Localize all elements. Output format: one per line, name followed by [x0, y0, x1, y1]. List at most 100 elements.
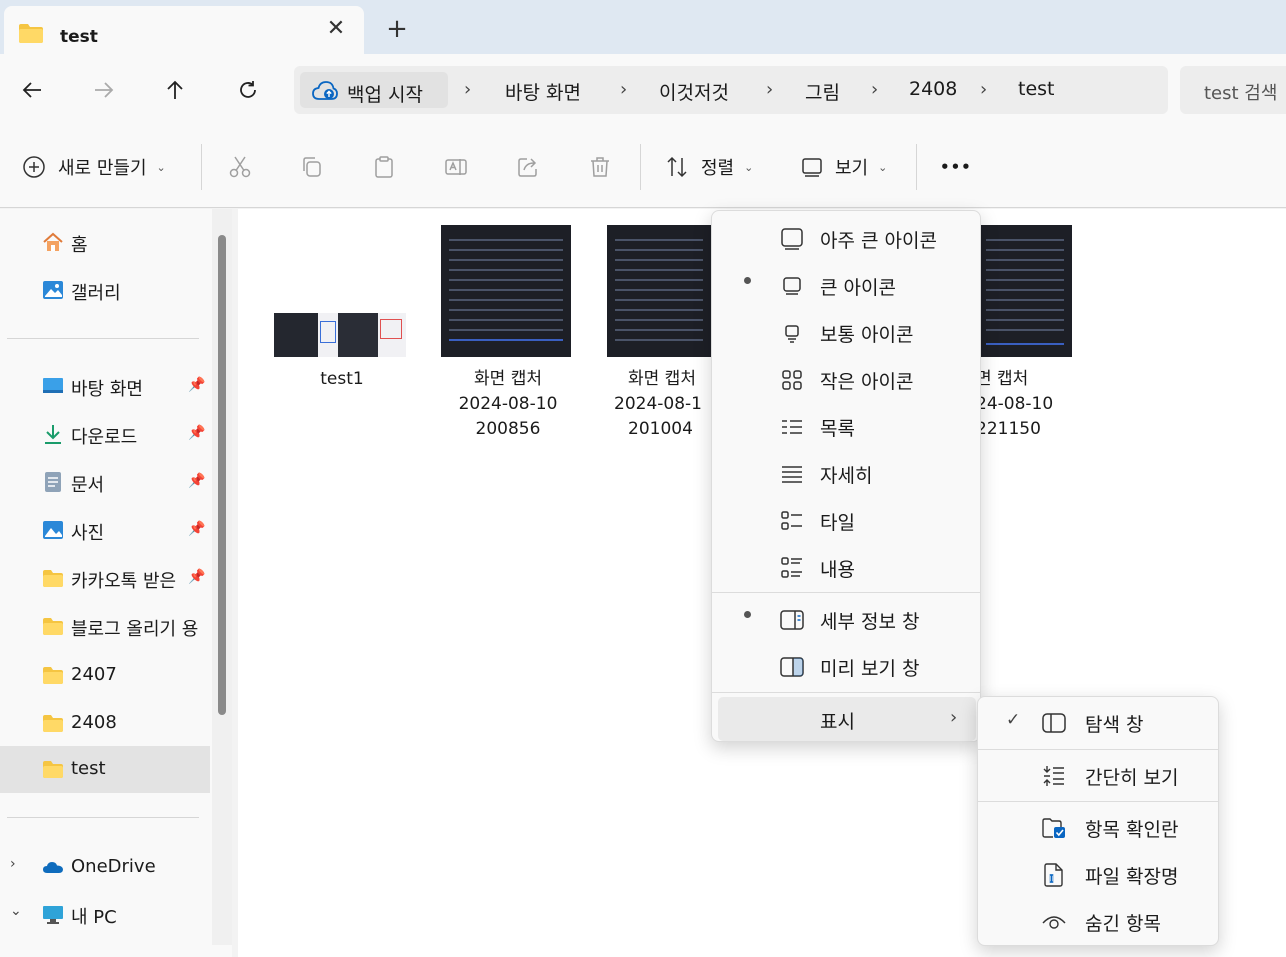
- details-pane-icon: [780, 610, 804, 630]
- chevron-right-icon[interactable]: ›: [10, 856, 16, 872]
- sidebar-item-home[interactable]: 홈: [0, 219, 210, 265]
- sidebar-item-label: 블로그 올리기 용: [71, 619, 199, 640]
- sidebar-item-this-pc[interactable]: ⌄ 내 PC: [0, 891, 210, 937]
- selected-bullet: [744, 277, 751, 284]
- sidebar-item-test[interactable]: test: [0, 746, 210, 793]
- chevron-down-icon: ⌄: [878, 160, 888, 174]
- sidebar-item-documents[interactable]: 문서 📌: [0, 459, 210, 505]
- submenu-item-label: 항목 확인란: [1085, 819, 1179, 841]
- menu-item-list[interactable]: 목록: [718, 404, 976, 448]
- folder-icon: [43, 667, 63, 684]
- close-tab-button[interactable]: ✕: [324, 18, 348, 42]
- menu-item-label: 자세히: [820, 465, 873, 487]
- refresh-button[interactable]: [232, 74, 264, 106]
- rename-button[interactable]: [444, 150, 468, 184]
- paste-button[interactable]: [372, 150, 396, 184]
- breadcrumb-misc[interactable]: 이것저것: [659, 78, 729, 105]
- menu-item-tiles[interactable]: 타일: [718, 498, 976, 542]
- breadcrumb-desktop[interactable]: 바탕 화면: [505, 78, 581, 105]
- view-button[interactable]: 보기 ⌄: [801, 150, 887, 184]
- menu-item-show[interactable]: 표시 ›: [718, 697, 976, 741]
- menu-item-small-icons[interactable]: 작은 아이콘: [718, 357, 976, 401]
- navigation-pane: 홈 갤러리 바탕 화면 📌 다운로드 📌 문서 📌 사진 📌 카카오톡 받은 📌…: [0, 209, 232, 957]
- sidebar-item-2407[interactable]: 2407: [0, 652, 210, 698]
- submenu-item-compact-view[interactable]: 간단히 보기: [984, 753, 1214, 797]
- arrow-right-icon: [95, 82, 114, 98]
- backup-button[interactable]: 백업 시작: [300, 72, 448, 108]
- breadcrumb-pictures[interactable]: 그림: [805, 78, 840, 105]
- scroll-thumb[interactable]: [218, 235, 226, 715]
- sidebar-item-label: 문서: [71, 475, 105, 496]
- cut-button[interactable]: [228, 150, 252, 184]
- new-tab-button[interactable]: +: [384, 16, 410, 42]
- sidebar-scrollbar[interactable]: [212, 209, 232, 945]
- preview-pane-icon: [780, 657, 804, 677]
- search-box[interactable]: test 검색: [1180, 66, 1286, 114]
- refresh-icon: [240, 81, 256, 98]
- navigation-pane-icon: [1042, 713, 1066, 733]
- file-name: 화면 캡처 2024-08-1 201004: [614, 369, 702, 439]
- new-label: 새로 만들기: [58, 158, 147, 179]
- sort-icon: [667, 156, 687, 178]
- tab-strip: test ✕ +: [0, 0, 1286, 54]
- breadcrumb-2408[interactable]: 2408: [909, 78, 957, 100]
- delete-button[interactable]: [588, 150, 612, 184]
- chevron-down-icon[interactable]: ⌄: [10, 903, 22, 919]
- sort-button[interactable]: 정렬 ⌄: [665, 150, 753, 184]
- folder-icon: [43, 618, 63, 635]
- submenu-item-item-checkboxes[interactable]: 항목 확인란: [984, 805, 1214, 849]
- sidebar-item-pictures[interactable]: 사진 📌: [0, 507, 210, 553]
- sidebar-item-kakaotalk[interactable]: 카카오톡 받은 📌: [0, 555, 210, 601]
- pin-icon: 📌: [188, 473, 206, 489]
- sidebar-item-2408[interactable]: 2408: [0, 700, 210, 746]
- submenu-item-label: 숨긴 항목: [1085, 913, 1161, 935]
- home-icon: [43, 232, 63, 251]
- menu-item-medium-icons[interactable]: 보통 아이콘: [718, 310, 976, 354]
- view-icon: [802, 158, 822, 177]
- sidebar-item-onedrive[interactable]: › OneDrive: [0, 844, 210, 890]
- menu-item-details-pane[interactable]: 세부 정보 창: [718, 597, 976, 641]
- new-button[interactable]: 새로 만들기 ⌄: [22, 150, 166, 184]
- arrow-left-icon: [22, 82, 41, 98]
- address-bar[interactable]: 백업 시작 › 바탕 화면 › 이것저것 › 그림 › 2408 › test: [294, 66, 1168, 114]
- plus-circle-icon: [23, 156, 45, 178]
- sidebar-item-downloads[interactable]: 다운로드 📌: [0, 411, 210, 457]
- divider: [916, 144, 917, 190]
- sidebar-item-label: OneDrive: [71, 856, 156, 877]
- menu-item-large-icons[interactable]: 큰 아이콘: [718, 263, 976, 307]
- submenu-item-file-extensions[interactable]: 파일 확장명: [984, 852, 1214, 896]
- onedrive-icon: [43, 862, 63, 873]
- submenu-item-navigation-pane[interactable]: ✓ 탐색 창: [984, 700, 1214, 744]
- tab-test[interactable]: test ✕: [4, 6, 364, 54]
- sidebar-item-blog[interactable]: 블로그 올리기 용: [0, 603, 210, 649]
- menu-item-label: 아주 큰 아이콘: [820, 230, 937, 252]
- divider: [978, 749, 1218, 750]
- check-icon: ✓: [1006, 710, 1021, 730]
- sidebar-item-desktop[interactable]: 바탕 화면 📌: [0, 363, 210, 409]
- folder-icon: [43, 570, 63, 587]
- sidebar-item-gallery[interactable]: 갤러리: [0, 267, 210, 313]
- sidebar-item-label: 내 PC: [71, 907, 117, 928]
- menu-item-extra-large-icons[interactable]: 아주 큰 아이콘: [718, 216, 976, 260]
- folder-icon: [19, 24, 43, 43]
- breadcrumb-test[interactable]: test: [1018, 78, 1055, 100]
- tiles-icon: [781, 511, 802, 530]
- back-button[interactable]: [16, 74, 48, 106]
- divider: [978, 801, 1218, 802]
- pin-icon: 📌: [188, 425, 206, 441]
- menu-item-details[interactable]: 자세히: [718, 451, 976, 495]
- more-button[interactable]: •••: [940, 150, 972, 184]
- submenu-item-hidden-items[interactable]: 숨긴 항목: [984, 899, 1214, 943]
- search-input[interactable]: test 검색: [1204, 79, 1277, 105]
- pin-icon: 📌: [188, 521, 206, 537]
- up-button[interactable]: [159, 74, 191, 106]
- desktop-icon: [43, 378, 63, 393]
- share-button[interactable]: [516, 150, 540, 184]
- menu-item-content[interactable]: 내용: [718, 545, 976, 589]
- menu-item-preview-pane[interactable]: 미리 보기 창: [718, 644, 976, 688]
- command-bar: 새로 만들기 ⌄ 정렬 ⌄ 보기 ⌄ •••: [0, 126, 1286, 208]
- copy-button[interactable]: [300, 150, 324, 184]
- file-extension-icon: [1044, 863, 1063, 887]
- eye-icon: [1042, 916, 1066, 929]
- forward-button[interactable]: [88, 74, 120, 106]
